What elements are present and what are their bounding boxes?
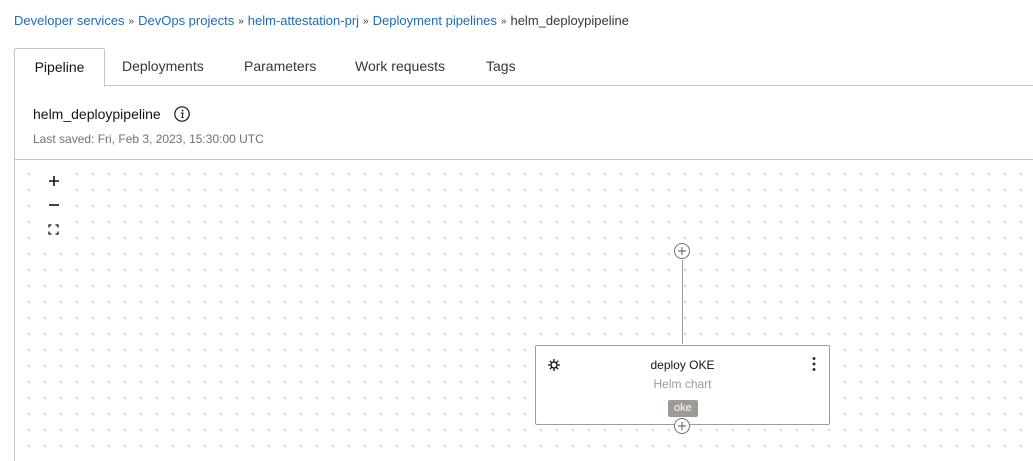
breadcrumb-separator: » xyxy=(238,16,244,27)
stage-type: Helm chart xyxy=(653,377,712,391)
breadcrumb-project[interactable]: helm-attestation-prj xyxy=(248,13,359,28)
add-stage-after-button[interactable] xyxy=(674,418,690,434)
stage-badge: oke xyxy=(668,400,698,417)
minus-icon xyxy=(48,204,59,206)
tab-tags[interactable]: Tags xyxy=(486,48,516,84)
zoom-out-button[interactable] xyxy=(41,193,66,217)
plus-icon xyxy=(678,422,686,430)
breadcrumb: Developer services» DevOps projects» helm-… xyxy=(14,12,629,32)
breadcrumb-separator: » xyxy=(363,16,369,27)
zoom-in-button[interactable] xyxy=(41,169,66,193)
fit-screen-icon xyxy=(48,223,59,235)
breadcrumb-separator: » xyxy=(128,16,135,27)
tab-parameters[interactable]: Parameters xyxy=(244,48,316,84)
tab-deployments[interactable]: Deployments xyxy=(122,48,204,84)
zoom-controls xyxy=(41,169,66,241)
pipeline-connector xyxy=(682,260,683,344)
breadcrumb-devops-projects[interactable]: DevOps projects xyxy=(138,13,234,28)
breadcrumb-current: helm_deploypipeline xyxy=(510,13,629,28)
info-icon[interactable] xyxy=(174,106,190,122)
tab-bar: Pipeline Deployments Parameters Work req… xyxy=(14,48,1033,87)
breadcrumb-deployment-pipelines[interactable]: Deployment pipelines xyxy=(373,13,497,28)
breadcrumb-separator: » xyxy=(500,16,507,27)
tab-work-requests[interactable]: Work requests xyxy=(355,48,445,84)
pipeline-title: helm_deploypipeline xyxy=(33,106,161,122)
add-stage-button[interactable] xyxy=(674,243,690,259)
tab-pipeline[interactable]: Pipeline xyxy=(14,48,105,87)
kebab-menu-icon[interactable] xyxy=(811,356,817,372)
plus-icon xyxy=(48,176,59,186)
breadcrumb-developer-services[interactable]: Developer services xyxy=(14,13,125,28)
stage-name: deploy OKE xyxy=(650,358,715,372)
plus-icon xyxy=(678,247,686,255)
last-saved-timestamp: Last saved: Fri, Feb 3, 2023, 15:30:00 U… xyxy=(33,132,264,146)
stage-card-deploy-oke[interactable]: deploy OKE Helm chart oke xyxy=(535,345,830,425)
pipeline-canvas[interactable] xyxy=(15,159,1033,461)
fit-to-screen-button[interactable] xyxy=(41,217,66,241)
